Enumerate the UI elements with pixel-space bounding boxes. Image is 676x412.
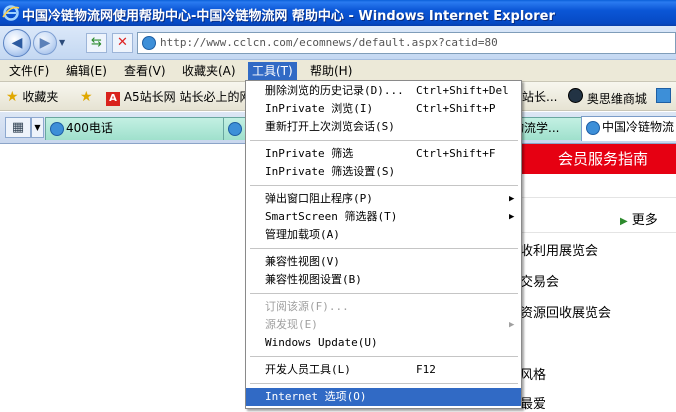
menu-item-label: InPrivate 浏览(I) <box>265 102 374 115</box>
tab-cold-chain[interactable]: 中国冷链物流 <box>581 116 676 141</box>
menu-item-developer-tools[interactable]: 开发人员工具(L) F12 <box>246 361 521 379</box>
news-item[interactable]: 收利用展览会 <box>520 240 598 259</box>
menu-favorites[interactable]: 收藏夹(A) <box>178 62 240 80</box>
menu-item-internet-options[interactable]: Internet 选项(O) <box>246 388 521 406</box>
forward-arrow-icon: ▶ <box>39 35 51 51</box>
aosiwei-logo-icon <box>568 88 583 103</box>
more-link[interactable]: ▶ 更多 <box>620 209 658 228</box>
refresh-icon: ⇆ <box>91 35 102 50</box>
menu-item-label: Internet 选项(O) <box>265 390 367 403</box>
stop-icon: ✕ <box>117 35 128 50</box>
menu-item-label: 重新打开上次浏览会话(S) <box>265 120 395 133</box>
refresh-button[interactable]: ⇆ <box>86 33 107 53</box>
menu-separator <box>250 140 518 141</box>
menu-item-feed-discovery[interactable]: 源发现(E) ▶ <box>246 316 521 334</box>
menu-item-label: 兼容性视图(V) <box>265 255 340 268</box>
menu-item-label: 弹出窗口阻止程序(P) <box>265 192 373 205</box>
a5-logo-icon: A <box>106 92 120 106</box>
menu-item-compat-view-settings[interactable]: 兼容性视图设置(B) <box>246 271 521 289</box>
address-url[interactable]: http://www.cclcn.com/ecomnews/default.as… <box>160 36 498 49</box>
submenu-arrow-icon: ▶ <box>509 194 515 204</box>
grid-icon: ▦ <box>11 120 25 135</box>
menu-item-popup-blocker[interactable]: 弹出窗口阻止程序(P) ▶ <box>246 190 521 208</box>
menu-item-compat-view[interactable]: 兼容性视图(V) <box>246 253 521 271</box>
fav-link-partial[interactable]: 站长... <box>522 88 557 106</box>
stop-button[interactable]: ✕ <box>112 33 133 53</box>
fav-link-aosiwei-label: 奥思维商城 <box>586 92 647 106</box>
menu-edit[interactable]: 编辑(E) <box>62 62 111 80</box>
tab-page-icon <box>228 122 242 136</box>
triangle-right-icon: ▶ <box>620 216 628 227</box>
menu-item-shortcut: Ctrl+Shift+F <box>416 147 496 160</box>
fav-link-a5-label: A5站长网 站长必上的网 <box>123 90 252 104</box>
tab-list-button[interactable]: ▼ <box>31 117 44 138</box>
news-item[interactable]: 风格 <box>520 364 546 383</box>
menu-item-label: 开发人员工具(L) <box>265 363 351 376</box>
menu-separator <box>250 185 518 186</box>
submenu-arrow-icon: ▶ <box>509 320 515 330</box>
menu-separator <box>250 356 518 357</box>
chevron-down-icon: ▼ <box>34 123 41 132</box>
menu-item-manage-addons[interactable]: 管理加载项(A) <box>246 226 521 244</box>
back-arrow-icon: ◀ <box>11 35 23 51</box>
tab-400[interactable]: 400电话 <box>45 117 245 140</box>
menu-item-windows-update[interactable]: Windows Update(U) <box>246 334 521 352</box>
menu-item-shortcut: F12 <box>416 363 436 376</box>
menu-item-label: 管理加载项(A) <box>265 228 340 241</box>
divider <box>520 232 676 233</box>
menu-item-subscribe-feed[interactable]: 订阅该源(F)... <box>246 298 521 316</box>
back-button[interactable]: ◀ <box>3 29 31 57</box>
menu-item-label: 源发现(E) <box>265 318 318 331</box>
member-guide-title[interactable]: 会员服务指南 <box>558 148 648 169</box>
menu-item-reopen-session[interactable]: 重新打开上次浏览会话(S) <box>246 118 521 136</box>
menu-file[interactable]: 文件(F) <box>5 62 53 80</box>
menu-tools[interactable]: 工具(T) <box>248 62 297 80</box>
page-globe-icon <box>142 36 156 50</box>
news-item[interactable]: 最爱 <box>520 393 546 412</box>
menu-item-delete-history[interactable]: 删除浏览的历史记录(D)... Ctrl+Shift+Del <box>246 82 521 100</box>
fav-link-more[interactable] <box>656 88 671 106</box>
ie-logo-icon <box>2 5 20 21</box>
submenu-arrow-icon: ▶ <box>509 212 515 222</box>
menu-separator <box>250 293 518 294</box>
menu-help[interactable]: 帮助(H) <box>306 62 356 80</box>
menu-item-shortcut: Ctrl+Shift+Del <box>416 84 509 97</box>
quick-tabs-button[interactable]: ▦ <box>5 117 31 138</box>
menu-item-inprivate-browsing[interactable]: InPrivate 浏览(I) Ctrl+Shift+P <box>246 100 521 118</box>
news-item[interactable]: 资源回收展览会 <box>520 302 611 321</box>
divider <box>520 197 676 198</box>
menu-item-inprivate-filter[interactable]: InPrivate 筛选 Ctrl+Shift+F <box>246 145 521 163</box>
menu-item-label: 兼容性视图设置(B) <box>265 273 362 286</box>
add-favorite-button[interactable]: ★ <box>80 88 93 106</box>
menu-item-inprivate-filter-settings[interactable]: InPrivate 筛选设置(S) <box>246 163 521 181</box>
favorites-label: 收藏夹 <box>22 90 59 104</box>
menu-view[interactable]: 查看(V) <box>120 62 170 80</box>
recent-pages-dropdown[interactable]: ▼ <box>59 38 69 48</box>
menu-separator <box>250 383 518 384</box>
fav-link-a5[interactable]: A A5站长网 站长必上的网 <box>106 88 252 106</box>
menu-item-smartscreen[interactable]: SmartScreen 筛选器(T) ▶ <box>246 208 521 226</box>
tab-label: 中国冷链物流 <box>602 120 675 134</box>
menu-item-label: SmartScreen 筛选器(T) <box>265 210 398 223</box>
menu-separator <box>250 248 518 249</box>
window-title: 中国冷链物流网使用帮助中心-中国冷链物流网 帮助中心 - Windows Int… <box>22 9 555 24</box>
fav-link-aosiwei[interactable]: 奥思维商城 <box>568 88 647 106</box>
menu-item-shortcut: Ctrl+Shift+P <box>416 102 496 115</box>
tab-page-icon <box>586 121 600 135</box>
menu-item-label: 订阅该源(F)... <box>265 300 349 313</box>
add-star-icon: ★ <box>80 89 93 105</box>
tab-page-icon <box>50 122 64 136</box>
news-item[interactable]: 交易会 <box>520 271 559 290</box>
menu-item-label: InPrivate 筛选设置(S) <box>265 165 396 178</box>
favorites-center-button[interactable]: ★ 收藏夹 <box>6 88 58 106</box>
forward-button[interactable]: ▶ <box>33 31 57 55</box>
page-icon <box>656 88 671 103</box>
menu-item-label: Windows Update(U) <box>265 336 378 349</box>
star-icon: ★ <box>6 89 19 105</box>
menu-item-label: InPrivate 筛选 <box>265 147 354 160</box>
more-label: 更多 <box>631 213 658 228</box>
menu-item-label: 删除浏览的历史记录(D)... <box>265 84 404 97</box>
tab-label: 400电话 <box>66 121 113 135</box>
